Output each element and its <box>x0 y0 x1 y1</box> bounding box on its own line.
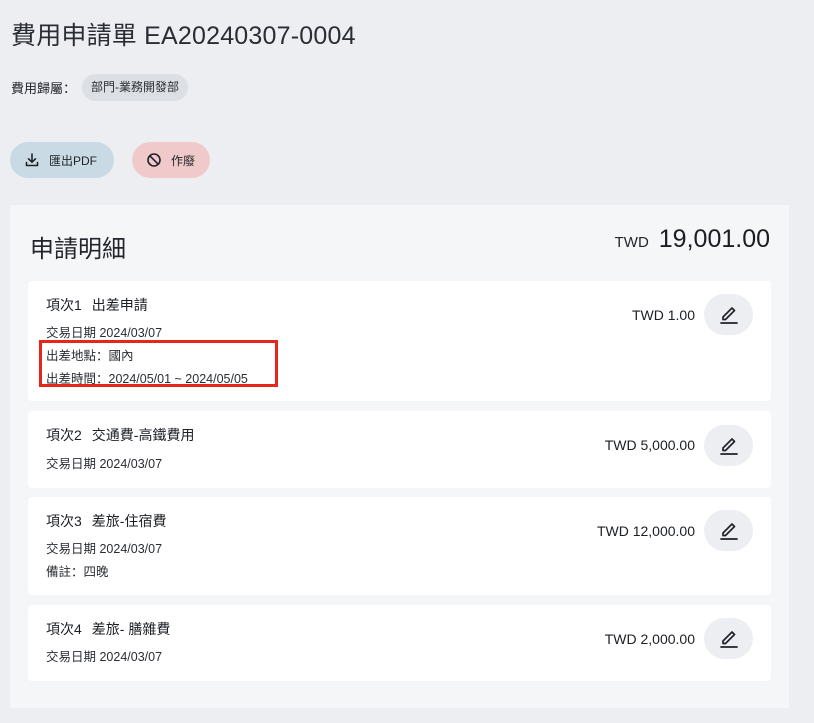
expense-application-page: 費用申請單 EA20240307-0004 費用歸屬： 部門-業務開發部 匯出P… <box>0 0 814 723</box>
expense-item-card: 項次2 交通費-高鐵費用 交易日期 2024/03/07 TWD 5,000.00 <box>28 411 771 488</box>
edit-item-button[interactable] <box>704 618 753 659</box>
item-trip-period: 出差時間：2024/05/01 ~ 2024/05/05 <box>46 372 248 386</box>
item-date: 交易日期 2024/03/07 <box>46 542 163 556</box>
pencil-icon <box>718 435 740 457</box>
edit-item-button[interactable] <box>704 510 753 551</box>
item-name: 交通費-高鐵費用 <box>91 427 195 443</box>
pencil-icon <box>718 520 740 542</box>
item-amount: TWD 1.00 <box>631 307 695 323</box>
total-amount: 19,001.00 <box>658 225 770 253</box>
export-pdf-label: 匯出PDF <box>49 153 98 168</box>
details-title: 申請明細 <box>30 236 126 263</box>
item-title: 項次3 差旅-住宿費 <box>46 511 166 531</box>
edit-item-button[interactable] <box>704 294 753 335</box>
pencil-icon <box>718 628 740 650</box>
item-date: 交易日期 2024/03/07 <box>46 457 163 471</box>
download-icon <box>24 152 40 168</box>
item-remark: 備註：四晚 <box>46 565 109 579</box>
edit-item-button[interactable] <box>704 425 753 466</box>
item-number: 項次1 <box>46 297 82 313</box>
item-name: 差旅-住宿費 <box>91 513 167 529</box>
item-date: 交易日期 2024/03/07 <box>46 326 163 340</box>
page-title: 費用申請單 EA20240307-0004 <box>11 22 356 50</box>
details-panel: 申請明細 TWD 19,001.00 項次1 出差申請 交易日期 2024/03/… <box>10 205 789 708</box>
details-total: TWD 19,001.00 <box>615 225 770 254</box>
item-name: 出差申請 <box>91 297 148 313</box>
item-number: 項次3 <box>46 513 82 529</box>
expense-item-card: 項次1 出差申請 交易日期 2024/03/07 出差地點：國內 出差時間：202… <box>28 281 771 401</box>
item-title: 項次2 交通費-高鐵費用 <box>46 425 194 445</box>
void-label: 作廢 <box>171 153 196 168</box>
item-date: 交易日期 2024/03/07 <box>46 650 163 664</box>
expense-category-label: 費用歸屬： <box>11 81 77 96</box>
ban-icon <box>146 152 162 168</box>
pencil-icon <box>718 304 740 326</box>
item-amount: TWD 5,000.00 <box>604 437 695 453</box>
void-button[interactable]: 作廢 <box>132 142 210 178</box>
item-amount: TWD 12,000.00 <box>596 523 695 539</box>
item-title: 項次4 差旅- 膳雜費 <box>46 619 170 639</box>
item-number: 項次4 <box>46 621 82 637</box>
export-pdf-button[interactable]: 匯出PDF <box>10 142 114 178</box>
expense-item-card: 項次3 差旅-住宿費 交易日期 2024/03/07 備註：四晚 TWD 12,0… <box>28 497 771 595</box>
expense-item-card: 項次4 差旅- 膳雜費 交易日期 2024/03/07 TWD 2,000.00 <box>28 605 771 681</box>
action-bar: 匯出PDF 作廢 <box>10 142 210 178</box>
item-number: 項次2 <box>46 427 82 443</box>
item-amount: TWD 2,000.00 <box>604 631 695 647</box>
item-trip-location: 出差地點：國內 <box>46 349 134 363</box>
item-title: 項次1 出差申請 <box>46 295 148 315</box>
item-name: 差旅- 膳雜費 <box>91 621 171 637</box>
total-currency: TWD <box>614 234 649 251</box>
expense-category-row: 費用歸屬： 部門-業務開發部 <box>11 74 189 101</box>
expense-category-chip: 部門-業務開發部 <box>82 74 189 101</box>
